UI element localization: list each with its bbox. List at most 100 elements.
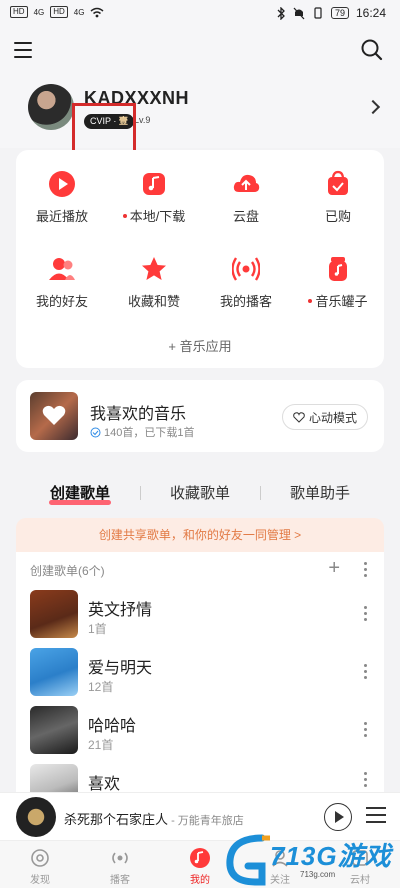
top-bar	[0, 28, 400, 78]
album-disc[interactable]	[16, 797, 56, 837]
network-1: 4G	[33, 7, 45, 17]
quick-access-label: 最近播放	[36, 206, 88, 225]
bag-check-icon	[328, 170, 348, 195]
favorite-music-card[interactable]: 我喜欢的音乐 140首，已下载1首 心动模式	[16, 380, 384, 452]
quick-access-text: 最近播放	[35, 209, 88, 224]
add-playlist-icon[interactable]: +	[328, 558, 340, 578]
tab-collected[interactable]: 收藏歌单	[170, 482, 230, 503]
nav-my-music[interactable]: 我的	[170, 847, 230, 886]
quick-access-label: 我的播客	[220, 291, 272, 310]
playlist-count: 1首	[88, 622, 107, 636]
quick-access-item[interactable]: 我的播客	[200, 255, 292, 310]
playlist-count: 12首	[88, 680, 114, 694]
podcast-icon	[112, 852, 128, 864]
quick-access-text: 云盘	[232, 209, 259, 224]
watermark: 713G游戏 713g.com	[222, 830, 400, 888]
playlist-queue-icon[interactable]	[366, 807, 386, 828]
playlist-count: 21首	[88, 738, 114, 752]
new-dot-indicator	[122, 213, 127, 218]
music-apps-button[interactable]: + 音乐应用	[16, 336, 384, 355]
playlist-name: 爱与明天	[88, 660, 153, 677]
quick-access-text: 收藏和赞	[127, 294, 180, 309]
avatar[interactable]	[28, 84, 74, 130]
watermark-logo	[226, 834, 270, 886]
quick-access-label: 本地/下载	[122, 206, 186, 225]
music-folder-icon	[143, 173, 165, 195]
quick-access-item[interactable]: 收藏和赞	[108, 255, 200, 310]
play-circle-icon	[49, 171, 75, 197]
quick-access-item[interactable]: 最近播放	[16, 170, 108, 225]
nav-label: 我的	[190, 875, 210, 886]
quick-access-text: 我的播客	[219, 294, 272, 309]
now-playing: 杀死那个石家庄人 - 万能青年旅店	[64, 809, 244, 828]
quick-access-label: 已购	[325, 206, 351, 225]
menu-icon[interactable]	[14, 42, 32, 58]
quick-access-item[interactable]: 本地/下载	[108, 170, 200, 225]
row-more-icon[interactable]	[364, 722, 368, 740]
tab-created[interactable]: 创建歌单	[50, 482, 110, 503]
row-more-icon[interactable]	[364, 606, 368, 624]
heart-mode-label: 心动模式	[308, 410, 357, 425]
sim2-indicator: HD	[50, 6, 68, 18]
artist-name: - 万能青年旅店	[168, 815, 244, 827]
quick-access-item[interactable]: 我的好友	[16, 255, 108, 310]
playlist-row[interactable]: 爱与明天 12首	[16, 648, 384, 698]
cloud-upload-icon	[233, 174, 260, 192]
network-2: 4G	[73, 7, 85, 17]
heart-mode-icon	[293, 411, 305, 423]
my-music-icon	[190, 848, 210, 868]
quick-access-text: 音乐罐子	[315, 294, 368, 309]
playlist-cover	[30, 590, 78, 638]
new-dot-indicator	[308, 298, 313, 303]
play-button[interactable]	[324, 803, 352, 831]
share-playlist-banner[interactable]: 创建共享歌单，和你的好友一同管理 >	[16, 518, 384, 552]
row-more-icon[interactable]	[364, 664, 368, 682]
quick-access-item[interactable]: 音乐罐子	[292, 255, 384, 310]
favorite-subtitle: 140首，已下载1首	[90, 424, 194, 440]
quick-access-label: 收藏和赞	[128, 291, 180, 310]
playlist-row[interactable]: 哈哈哈 21首	[16, 706, 384, 756]
favorite-count: 140首，已下载1首	[104, 427, 195, 439]
more-options-icon[interactable]	[364, 562, 368, 580]
playlist-header: 创建歌单(6个)	[30, 564, 105, 578]
playlist-tabs: 创建歌单 收藏歌单 歌单助手	[0, 476, 400, 512]
heart-icon	[42, 405, 66, 425]
nav-podcast[interactable]: 播客	[90, 847, 150, 886]
friends-icon	[49, 258, 75, 280]
quick-access-label: 我的好友	[36, 291, 88, 310]
quick-access-text: 本地/下载	[129, 209, 186, 224]
tab-divider	[260, 486, 261, 500]
nav-discover[interactable]: 发现	[10, 847, 70, 886]
watermark-text: 713G游戏	[270, 841, 392, 871]
battery-icon: 79	[330, 7, 349, 19]
heart-mode-button[interactable]: 心动模式	[281, 404, 368, 430]
quick-access-text: 我的好友	[35, 294, 88, 309]
wifi-icon	[90, 7, 104, 17]
nav-label: 播客	[110, 875, 130, 886]
song-title: 杀死那个石家庄人	[64, 812, 169, 827]
quick-access-item[interactable]: 云盘	[200, 170, 292, 225]
playlist-row[interactable]: 英文抒情 1首	[16, 590, 384, 640]
search-icon[interactable]	[360, 38, 384, 62]
playlist-cover	[30, 706, 78, 754]
tab-assistant[interactable]: 歌单助手	[290, 482, 350, 503]
profile-header[interactable]: KADXXXNH CVIP · 壹 Lv.9	[0, 78, 400, 153]
quick-access-item[interactable]: 已购	[292, 170, 384, 225]
sim1-indicator: HD	[10, 6, 28, 18]
clock: 16:24	[355, 6, 386, 20]
quick-access-text: 已购	[324, 209, 351, 224]
quick-access-label: 云盘	[233, 206, 259, 225]
discover-icon	[31, 849, 49, 867]
music-jar-icon	[329, 257, 347, 281]
broadcast-icon	[232, 257, 260, 281]
playlist-name: 喜欢	[88, 776, 121, 793]
favorite-cover	[30, 392, 78, 440]
level-badge[interactable]: Lv.9	[134, 114, 150, 127]
row-more-icon[interactable]	[364, 772, 368, 790]
star-icon	[142, 257, 166, 280]
quick-access-label: 音乐罐子	[308, 291, 368, 310]
watermark-url: 713g.com	[300, 870, 336, 879]
vibrate-icon	[314, 7, 322, 19]
chevron-right-icon[interactable]	[365, 99, 381, 115]
playlist-cover	[30, 648, 78, 696]
